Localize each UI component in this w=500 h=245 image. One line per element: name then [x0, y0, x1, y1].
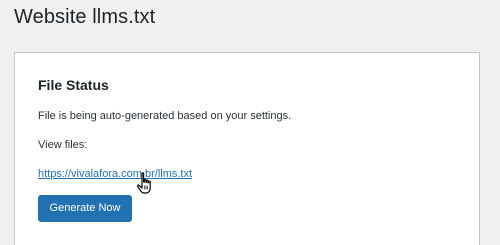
file-status-heading: File Status [38, 77, 109, 93]
generate-now-button[interactable]: Generate Now [38, 195, 132, 222]
status-text: File is being auto-generated based on yo… [38, 110, 292, 122]
view-files-label: View files: [38, 139, 88, 151]
hand-pointer-icon [136, 172, 151, 194]
file-status-card: File Status File is being auto-generated… [14, 52, 480, 245]
llms-file-link[interactable]: https://vivalafora.com.br/llms.txt [38, 168, 192, 181]
page-title: Website llms.txt [14, 6, 156, 28]
